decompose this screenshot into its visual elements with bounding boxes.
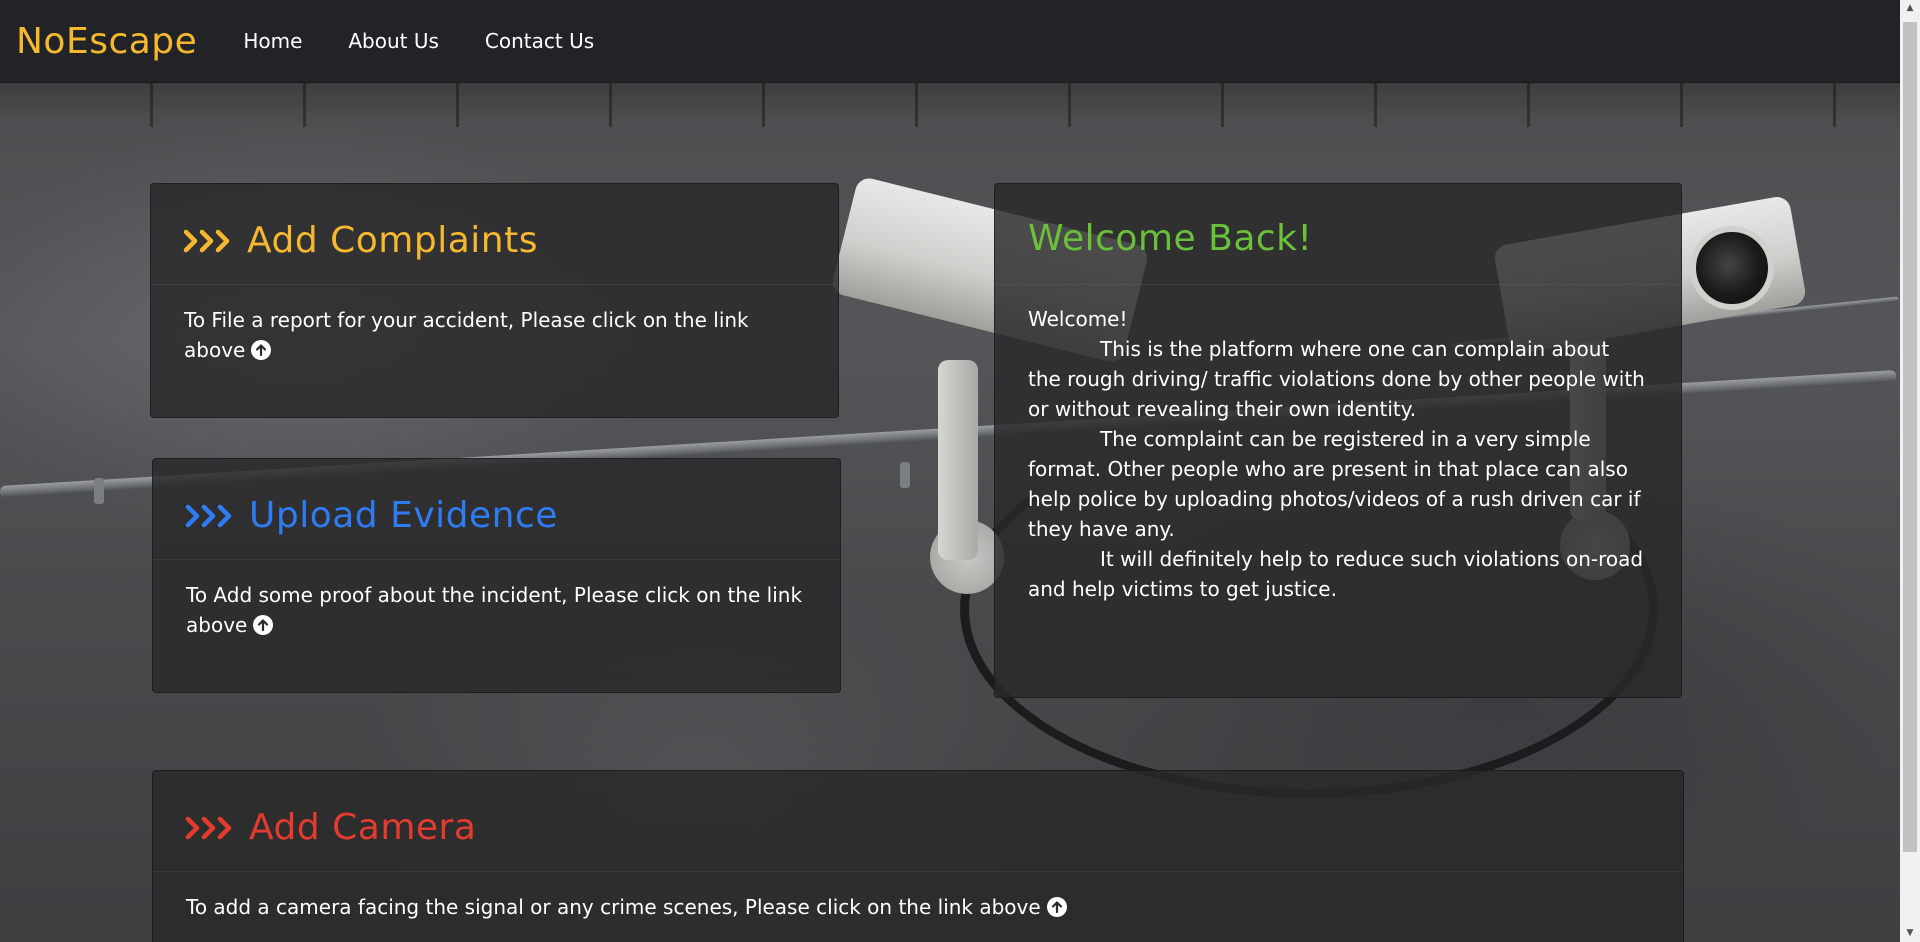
add-complaints-text-block: To File a report for your accident, Plea… — [184, 305, 805, 365]
pipe-bracket — [900, 462, 910, 488]
arrow-up-circle-icon — [251, 340, 272, 360]
triple-chevron-right-icon — [185, 816, 232, 839]
add-complaints-title: Add Complaints — [247, 220, 538, 261]
add-camera-card: Add Camera To add a camera facing the si… — [152, 770, 1684, 942]
add-camera-text-block: To add a camera facing the signal or any… — [186, 892, 1650, 922]
add-complaints-card: Add Complaints To File a report for your… — [150, 183, 839, 418]
background-brick-strip — [0, 82, 1900, 127]
page: NoEscape Home About Us Contact Us Add Co… — [0, 0, 1920, 942]
welcome-paragraph: The complaint can be registered in a ver… — [1028, 424, 1645, 544]
welcome-paragraph-text: The complaint can be registered in a ver… — [1028, 427, 1641, 541]
vertical-scrollbar[interactable]: ▲ ▼ — [1900, 0, 1920, 942]
brand-logo[interactable]: NoEscape — [16, 21, 197, 62]
scroll-down-arrow-icon[interactable]: ▼ — [1900, 925, 1920, 942]
welcome-paragraph-text: It will definitely help to reduce such v… — [1028, 547, 1644, 601]
nav-link-about-us[interactable]: About Us — [348, 29, 439, 53]
upload-evidence-text-block: To Add some proof about the incident, Pl… — [186, 580, 807, 640]
scrollbar-thumb[interactable] — [1903, 22, 1917, 852]
triple-chevron-right-icon — [185, 504, 232, 527]
card-divider — [153, 871, 1683, 872]
scroll-up-arrow-icon[interactable]: ▲ — [1900, 0, 1920, 17]
add-complaints-header: Add Complaints — [183, 220, 538, 261]
upload-evidence-card: Upload Evidence To Add some proof about … — [152, 458, 841, 693]
card-divider — [151, 284, 838, 285]
welcome-paragraph-text: This is the platform where one can compl… — [1028, 337, 1645, 421]
add-camera-title: Add Camera — [249, 807, 477, 848]
upload-evidence-text: To Add some proof about the incident, Pl… — [186, 583, 803, 637]
upload-evidence-title: Upload Evidence — [249, 495, 558, 536]
camera-lens — [1690, 226, 1774, 310]
card-divider — [153, 559, 840, 560]
card-divider — [995, 284, 1681, 285]
welcome-paragraph: It will definitely help to reduce such v… — [1028, 544, 1645, 604]
navbar: NoEscape Home About Us Contact Us — [0, 0, 1900, 83]
welcome-greeting: Welcome! — [1028, 307, 1128, 331]
welcome-paragraph: This is the platform where one can compl… — [1028, 334, 1645, 424]
arrow-up-circle-icon — [253, 615, 274, 635]
triple-chevron-right-icon — [183, 229, 230, 252]
nav-link-contact-us[interactable]: Contact Us — [485, 29, 594, 53]
add-camera-header: Add Camera — [185, 807, 476, 848]
welcome-body: Welcome! This is the platform where one … — [1028, 304, 1645, 604]
welcome-title: Welcome Back! — [1028, 218, 1313, 259]
upload-evidence-header: Upload Evidence — [185, 495, 558, 536]
add-camera-text: To add a camera facing the signal or any… — [186, 895, 1041, 919]
welcome-card: Welcome Back! Welcome! This is the platf… — [994, 183, 1682, 698]
nav-link-home[interactable]: Home — [243, 29, 302, 53]
camera-arm — [938, 360, 978, 560]
pipe-bracket — [94, 478, 104, 504]
arrow-up-circle-icon — [1046, 897, 1067, 917]
